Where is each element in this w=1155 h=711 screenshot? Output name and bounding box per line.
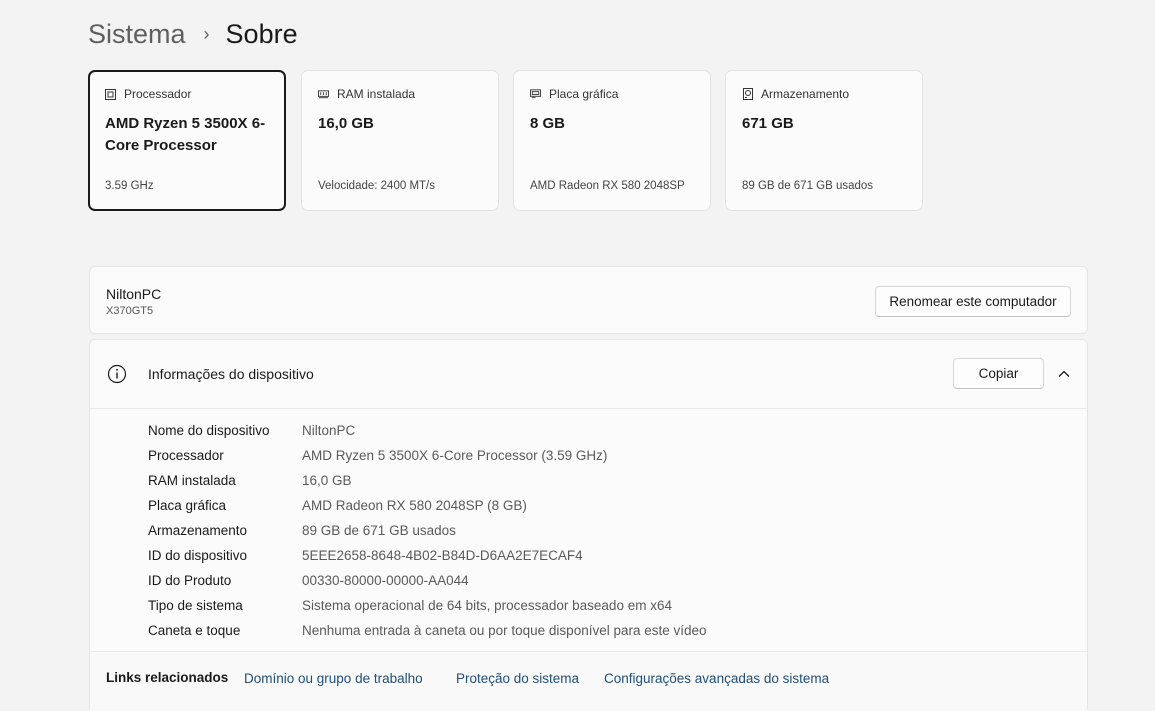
spec-row: Armazenamento 89 GB de 671 GB usados xyxy=(148,518,707,543)
card-value: AMD Ryzen 5 3500X 6-Core Processor xyxy=(105,115,266,154)
pc-name: NiltonPC xyxy=(106,286,162,302)
device-info-title: Informações do dispositivo xyxy=(148,366,314,382)
info-icon xyxy=(107,364,127,384)
page-title: Sobre xyxy=(225,18,298,49)
chevron-up-icon[interactable] xyxy=(1056,366,1072,382)
spec-value: AMD Radeon RX 580 2048SP (8 GB) xyxy=(302,498,527,513)
ram-icon xyxy=(318,89,329,100)
pc-name-panel: NiltonPC X370GT5 Renomear este computado… xyxy=(89,266,1088,334)
spec-label: Caneta e toque xyxy=(148,623,241,638)
spec-value: Nenhuma entrada à caneta ou por toque di… xyxy=(302,623,707,638)
storage-icon xyxy=(742,88,753,100)
device-specs-list: Nome do dispositivo NiltonPC Processador A… xyxy=(148,418,707,643)
spec-row: Placa gráfica AMD Radeon RX 580 2048SP (8… xyxy=(148,493,707,518)
card-subtext: AMD Radeon RX 580 2048SP xyxy=(530,180,685,192)
spec-label: ID do Produto xyxy=(148,573,232,588)
related-links-title: Links relacionados xyxy=(106,670,229,685)
card-label: Armazenamento xyxy=(761,87,850,101)
spec-label: ID do dispositivo xyxy=(148,548,248,563)
card-graphics[interactable]: Placa gráfica 8 GB AMD Radeon RX 580 204… xyxy=(513,70,711,211)
pc-model: X370GT5 xyxy=(106,305,154,317)
card-value: 16,0 GB xyxy=(318,115,374,132)
processor-icon xyxy=(105,88,116,100)
spec-label: Processador xyxy=(148,448,224,463)
breadcrumb-chevron-icon: › xyxy=(203,23,210,44)
breadcrumb: Sistema › Sobre xyxy=(88,16,298,52)
card-subtext: Velocidade: 2400 MT/s xyxy=(318,180,435,192)
spec-row: Caneta e toque Nenhuma entrada à caneta o… xyxy=(148,618,707,643)
spec-row: RAM instalada 16,0 GB xyxy=(148,468,707,493)
breadcrumb-parent[interactable]: Sistema xyxy=(88,19,186,50)
spec-row: Processador AMD Ryzen 5 3500X 6-Core Proc… xyxy=(148,443,707,468)
card-value: 671 GB xyxy=(742,115,794,132)
spec-value: 16,0 GB xyxy=(302,473,352,488)
card-storage[interactable]: Armazenamento 671 GB 89 GB de 671 GB usa… xyxy=(725,70,923,211)
card-subtext: 3.59 GHz xyxy=(105,180,154,192)
spec-value: 89 GB de 671 GB usados xyxy=(302,523,456,538)
link-advanced-system-settings[interactable]: Configurações avançadas do sistema xyxy=(604,671,829,686)
card-label: RAM instalada xyxy=(337,87,416,101)
card-label: Placa gráfica xyxy=(549,87,619,101)
card-subtext: 89 GB de 671 GB usados xyxy=(742,180,874,192)
copy-button[interactable]: Copiar xyxy=(953,358,1044,389)
spec-row: Nome do dispositivo NiltonPC xyxy=(148,418,707,443)
link-domain-workgroup[interactable]: Domínio ou grupo de trabalho xyxy=(244,671,423,686)
spec-label: RAM instalada xyxy=(148,473,236,488)
spec-row: ID do dispositivo 5EEE2658-8648-4B02-B84D… xyxy=(148,543,707,568)
spec-label: Placa gráfica xyxy=(148,498,227,513)
spec-value: Sistema operacional de 64 bits, processa… xyxy=(302,598,672,613)
spec-value: NiltonPC xyxy=(302,423,356,438)
related-links-bar: Links relacionados Domínio ou grupo de t… xyxy=(90,651,1087,711)
spec-label: Armazenamento xyxy=(148,523,248,538)
spec-value: 00330-80000-00000-AA044 xyxy=(302,573,469,588)
spec-value: AMD Ryzen 5 3500X 6-Core Processor (3.59… xyxy=(302,448,608,463)
card-processor[interactable]: Processador AMD Ryzen 5 3500X 6-Core Pro… xyxy=(88,70,286,211)
spec-label: Nome do dispositivo xyxy=(148,423,270,438)
card-ram[interactable]: RAM instalada 16,0 GB Velocidade: 2400 M… xyxy=(301,70,499,211)
spec-row: Tipo de sistema Sistema operacional de 64… xyxy=(148,593,707,618)
link-system-protection[interactable]: Proteção do sistema xyxy=(456,671,579,686)
spec-value: 5EEE2658-8648-4B02-B84D-D6AA2E7ECAF4 xyxy=(302,548,583,563)
rename-pc-button[interactable]: Renomear este computador xyxy=(875,286,1071,317)
graphics-card-icon xyxy=(530,89,541,100)
spec-label: Tipo de sistema xyxy=(148,598,243,613)
card-label: Processador xyxy=(124,87,192,101)
spec-row: ID do Produto 00330-80000-00000-AA044 xyxy=(148,568,707,593)
card-value: 8 GB xyxy=(530,115,566,132)
device-info-header[interactable]: Informações do dispositivo Copiar xyxy=(90,340,1087,409)
device-info-panel: Informações do dispositivo Copiar Nome d… xyxy=(89,339,1088,711)
